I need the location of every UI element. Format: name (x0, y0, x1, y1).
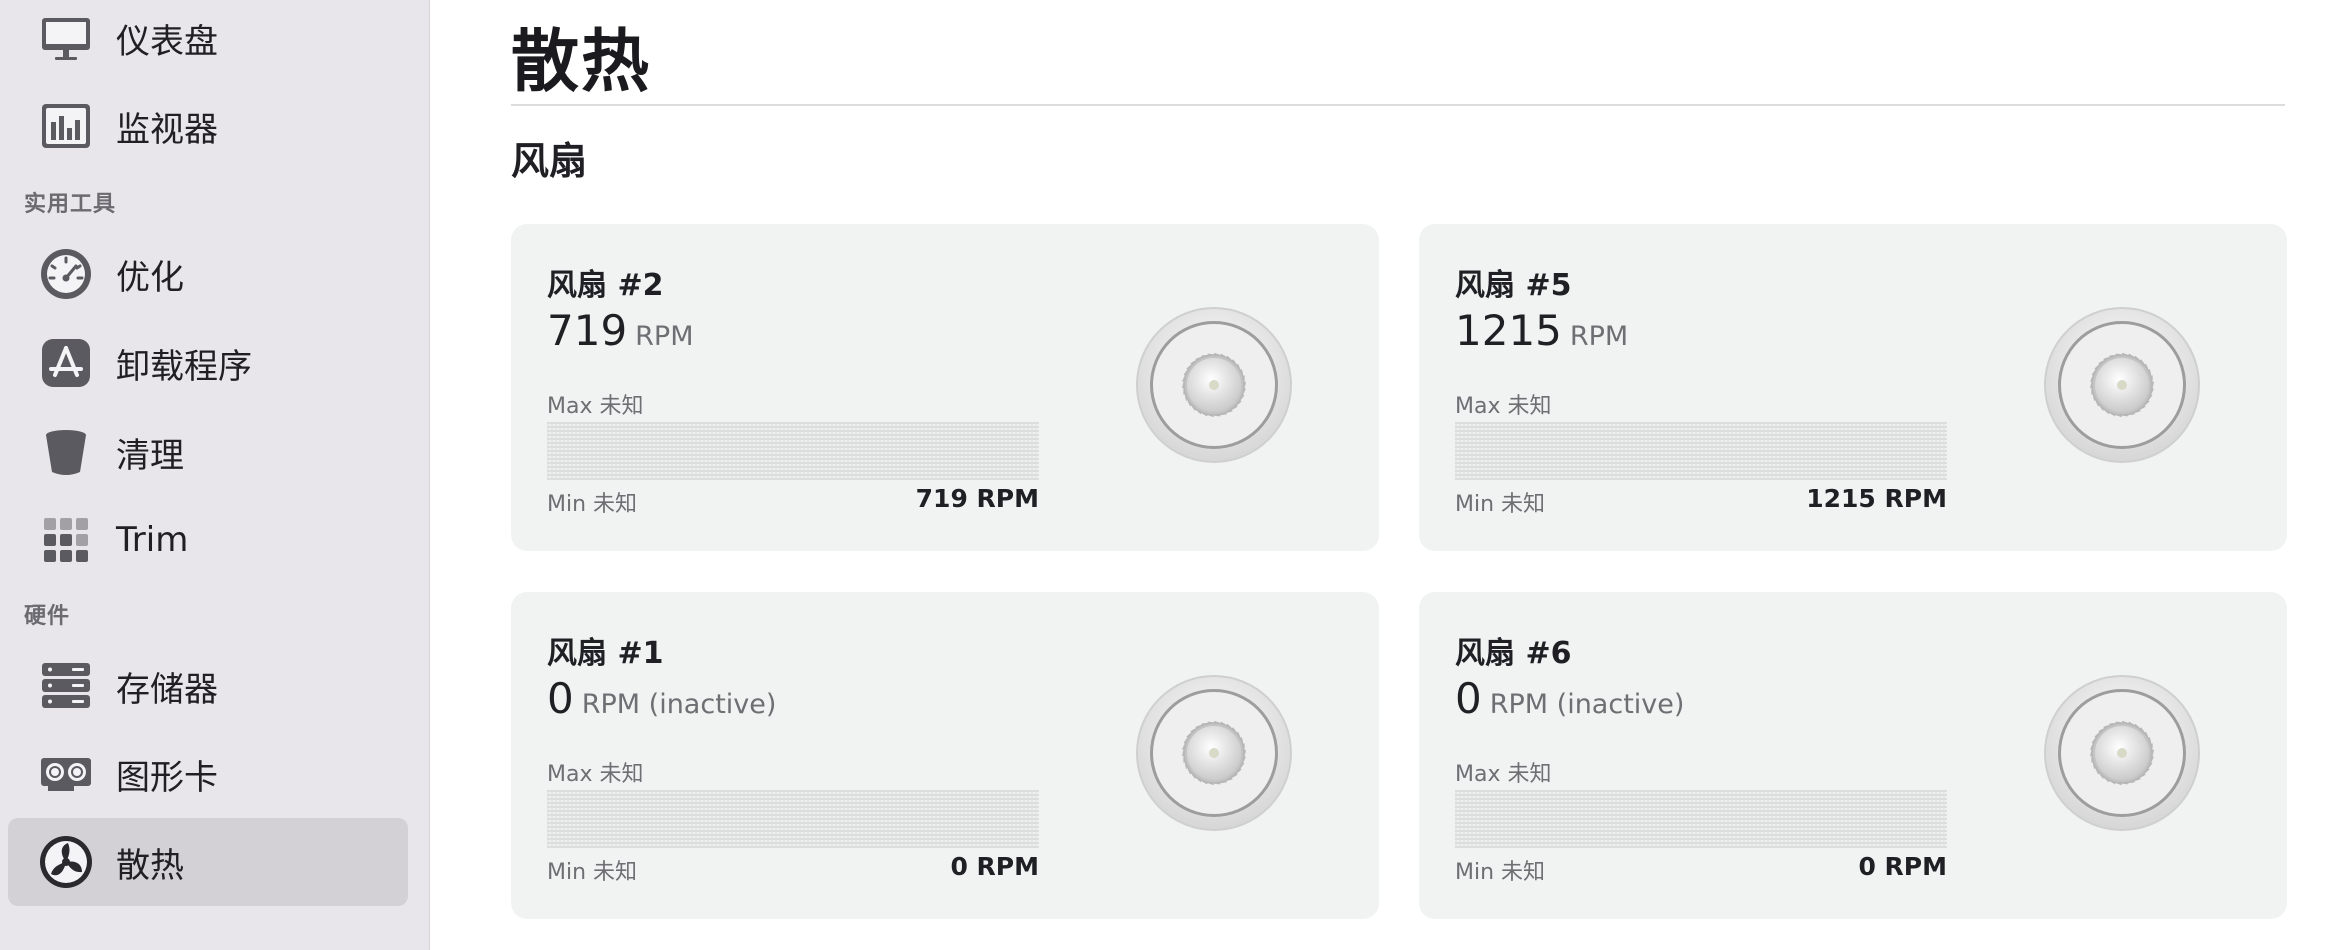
fan-speed-bar (547, 790, 1039, 848)
title-divider (511, 104, 2285, 106)
fan-card: 风扇 #1 0 RPM (inactive) Max 未知 Min 未知 0 RP… (511, 592, 1379, 919)
fan-speed: 1215 RPM (1455, 306, 1628, 355)
fan-max-label: Max 未知 (547, 394, 644, 419)
fan-speed: 719 RPM (547, 306, 694, 355)
fan-card: 风扇 #5 1215 RPM Max 未知 Min 未知 1215 RPM (1419, 224, 2287, 551)
fan-current-rpm: 719 RPM (915, 484, 1039, 513)
sidebar-item-label: 清理 (116, 435, 184, 476)
fan-speed-value: 1215 (1455, 306, 1562, 355)
fan-min-label: Min 未知 (547, 492, 638, 517)
gauge-icon (38, 246, 94, 302)
fan-speed-bar (1455, 790, 1947, 848)
fan-speed-value: 719 (547, 306, 628, 355)
sidebar-item-dashboard[interactable]: 仪表盘 (8, 0, 408, 82)
app-store-icon (38, 335, 94, 391)
fan-current-rpm: 1215 RPM (1806, 484, 1947, 513)
sidebar: 仪表盘 监视器 实用工具 优化 卸载程序 清理 Trim 硬件 存储器 图形卡 … (0, 0, 430, 950)
fan-name: 风扇 #5 (1455, 268, 1572, 303)
fan-speed-value: 0 (547, 674, 574, 723)
fan-icon (1135, 306, 1293, 464)
sidebar-item-label: 卸载程序 (116, 346, 252, 387)
fan-max-label: Max 未知 (547, 762, 644, 787)
sidebar-item-label: 图形卡 (116, 757, 218, 798)
fan-speed: 0 RPM (inactive) (1455, 674, 1684, 723)
fan-min-label: Min 未知 (547, 860, 638, 885)
sidebar-item-uninstaller[interactable]: 卸载程序 (8, 319, 408, 407)
fan-min-label: Min 未知 (1455, 860, 1546, 885)
fan-speed-unit: RPM (1569, 321, 1629, 352)
grid-icon (38, 512, 94, 568)
sidebar-item-label: 优化 (116, 257, 184, 298)
sidebar-item-cleanup[interactable]: 清理 (8, 408, 408, 496)
sidebar-item-trim[interactable]: Trim (8, 496, 408, 584)
graphics-card-icon (38, 746, 94, 802)
chart-bars-icon (38, 98, 94, 154)
fan-speed-unit: RPM (inactive) (1489, 689, 1685, 720)
fan-speed-bar (547, 422, 1039, 480)
fan-speed-value: 0 (1455, 674, 1482, 723)
section-title: 风扇 (511, 139, 588, 183)
page-title: 散热 (511, 23, 652, 102)
trash-bin-icon (38, 424, 94, 480)
section-label-hardware: 硬件 (24, 604, 71, 629)
sidebar-item-label: 监视器 (116, 109, 218, 150)
storage-icon (38, 658, 94, 714)
main-content: 散热 风扇 风扇 #2 719 RPM Max 未知 Min 未知 719 RPM… (431, 0, 2340, 950)
fan-card: 风扇 #2 719 RPM Max 未知 Min 未知 719 RPM (511, 224, 1379, 551)
sidebar-item-monitor[interactable]: 监视器 (8, 82, 408, 170)
fan-current-rpm: 0 RPM (950, 852, 1039, 881)
section-label-utilities: 实用工具 (24, 192, 117, 217)
sidebar-item-cooling[interactable]: 散热 (8, 818, 408, 906)
fan-icon (2043, 674, 2201, 832)
fan-speed-unit: RPM (inactive) (581, 689, 777, 720)
sidebar-item-storage[interactable]: 存储器 (8, 642, 408, 730)
fan-icon (2043, 306, 2201, 464)
sidebar-item-label: 仪表盘 (116, 21, 218, 62)
fan-max-label: Max 未知 (1455, 394, 1552, 419)
fan-speed-unit: RPM (635, 321, 694, 352)
fan-min-label: Min 未知 (1455, 492, 1546, 517)
fan-icon (1135, 674, 1293, 832)
fan-max-label: Max 未知 (1455, 762, 1552, 787)
fan-speed: 0 RPM (inactive) (547, 674, 776, 723)
sidebar-item-label: 散热 (116, 845, 184, 886)
fan-card: 风扇 #6 0 RPM (inactive) Max 未知 Min 未知 0 RP… (1419, 592, 2287, 919)
fan-name: 风扇 #2 (547, 268, 664, 303)
sidebar-item-label: 存储器 (116, 669, 218, 710)
fan-name: 风扇 #6 (1455, 636, 1572, 671)
sidebar-item-label: Trim (116, 520, 189, 560)
monitor-icon (38, 10, 94, 66)
sidebar-item-optimize[interactable]: 优化 (8, 230, 408, 318)
sidebar-item-graphics[interactable]: 图形卡 (8, 730, 408, 818)
fan-current-rpm: 0 RPM (1858, 852, 1947, 881)
fan-icon (38, 834, 94, 890)
fan-name: 风扇 #1 (547, 636, 664, 671)
fan-speed-bar (1455, 422, 1947, 480)
